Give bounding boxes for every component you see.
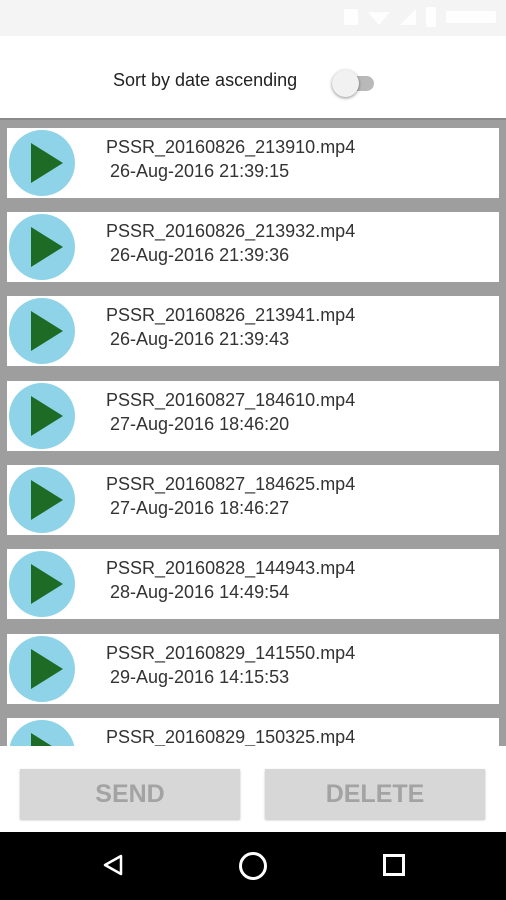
file-name: PSSR_20160828_144943.mp4 [106,558,356,578]
file-list[interactable]: PSSR_20160826_213910.mp4 26-Aug-2016 21:… [0,118,506,746]
play-button[interactable] [9,551,75,617]
back-icon[interactable] [103,854,123,876]
file-item[interactable]: PSSR_20160826_213941.mp4 26-Aug-2016 21:… [7,296,499,366]
signal-icon [400,9,416,25]
file-date: 26-Aug-2016 21:39:15 [110,161,290,181]
status-bar [0,0,506,36]
play-icon [31,649,63,689]
file-date: 27-Aug-2016 18:46:20 [110,414,290,434]
notification-icon [344,9,358,25]
file-name: PSSR_20160827_184610.mp4 [106,390,356,410]
file-item[interactable]: PSSR_20160829_141550.mp4 29-Aug-2016 14:… [7,634,499,704]
file-name: PSSR_20160826_213932.mp4 [106,221,356,241]
file-name: PSSR_20160827_184625.mp4 [106,474,356,494]
action-bar: SEND DELETE [0,746,506,832]
wifi-icon [368,12,390,25]
file-item[interactable]: PSSR_20160826_213932.mp4 26-Aug-2016 21:… [7,212,499,282]
file-name: PSSR_20160826_213910.mp4 [106,137,356,157]
file-date: 27-Aug-2016 18:46:27 [110,498,290,518]
file-name: PSSR_20160829_150325.mp4 [106,727,356,746]
play-button[interactable] [9,298,75,364]
play-button[interactable] [9,720,75,746]
send-button[interactable]: SEND [20,769,240,819]
file-item[interactable]: PSSR_20160827_184625.mp4 27-Aug-2016 18:… [7,465,499,535]
file-date: 26-Aug-2016 21:39:36 [110,245,290,265]
status-icons [344,7,496,27]
file-item[interactable]: PSSR_20160826_213910.mp4 26-Aug-2016 21:… [7,128,499,198]
sort-toggle[interactable] [332,70,380,98]
sort-bar: Sort by date ascending [0,36,506,118]
battery-icon [426,7,436,27]
play-button[interactable] [9,467,75,533]
play-button[interactable] [9,130,75,196]
home-icon[interactable] [239,852,267,880]
clock-icon [446,11,496,23]
play-button[interactable] [9,383,75,449]
sort-label: Sort by date ascending [113,70,298,90]
file-date: 28-Aug-2016 14:49:54 [110,582,290,602]
play-icon [31,733,63,746]
navigation-bar [0,832,506,900]
file-name: PSSR_20160826_213941.mp4 [106,305,356,325]
file-item[interactable]: PSSR_20160828_144943.mp4 28-Aug-2016 14:… [7,549,499,619]
play-icon [31,480,63,520]
play-icon [31,311,63,351]
play-button[interactable] [9,636,75,702]
play-icon [31,564,63,604]
play-button[interactable] [9,214,75,280]
file-name: PSSR_20160829_141550.mp4 [106,643,356,663]
delete-button[interactable]: DELETE [265,769,485,819]
recents-icon[interactable] [383,854,405,876]
play-icon [31,396,63,436]
play-icon [31,227,63,267]
sort-toggle-thumb [332,70,359,97]
file-date: 29-Aug-2016 14:15:53 [110,667,290,687]
play-icon [31,143,63,183]
file-item[interactable]: PSSR_20160827_184610.mp4 27-Aug-2016 18:… [7,381,499,451]
file-date: 26-Aug-2016 21:39:43 [110,329,290,349]
file-item[interactable]: PSSR_20160829_150325.mp4 [7,718,499,746]
